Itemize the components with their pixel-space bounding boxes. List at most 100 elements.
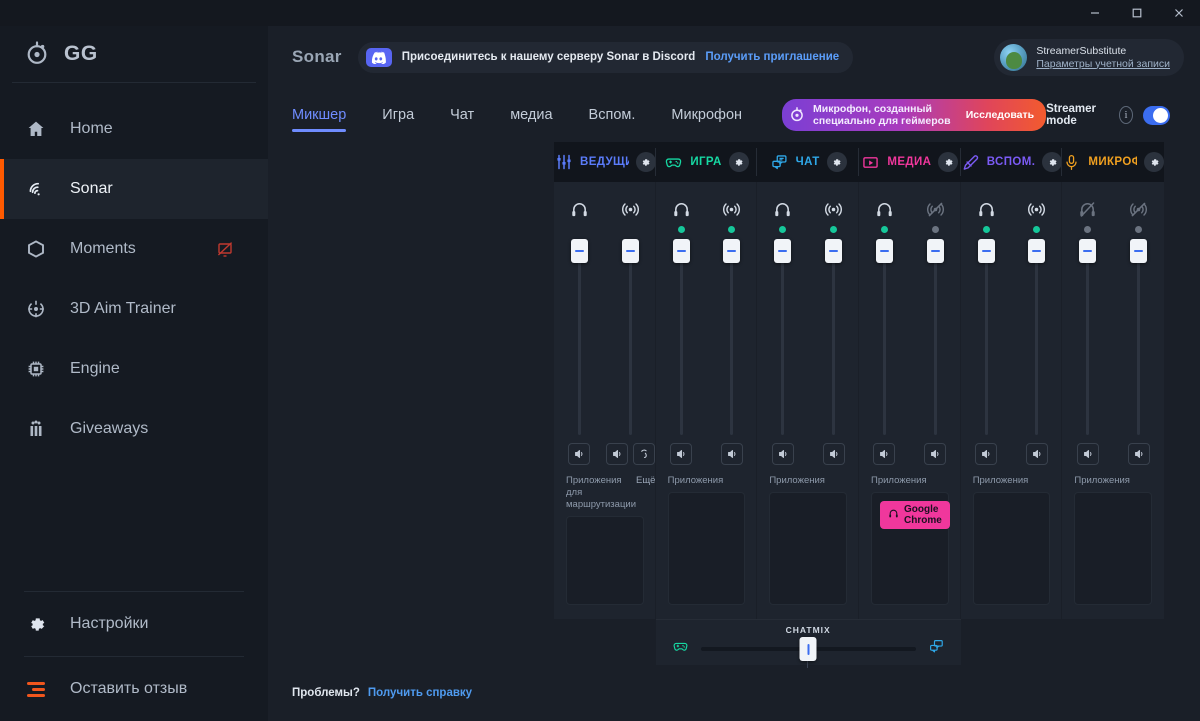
headphones-icon bbox=[977, 198, 996, 220]
footer-help-link[interactable]: Получить справку bbox=[368, 687, 472, 699]
apps-more-link[interactable]: Ещё bbox=[636, 475, 655, 486]
tab-mic[interactable]: Микрофон bbox=[653, 88, 760, 142]
fader-knob[interactable] bbox=[1028, 239, 1046, 263]
tab-aux[interactable]: Вспом. bbox=[571, 88, 654, 142]
tab-game[interactable]: Игра bbox=[364, 88, 432, 142]
volume-fader[interactable] bbox=[1028, 239, 1046, 435]
speaker-icon[interactable] bbox=[568, 443, 591, 465]
tab-mixer[interactable]: Микшер bbox=[292, 88, 364, 142]
strip-title: ИГРА bbox=[690, 156, 722, 168]
speaker-icon[interactable] bbox=[873, 443, 896, 465]
sidebar-bottom-nav: Настройки Оставить отзыв bbox=[0, 592, 268, 721]
speaker-icon[interactable] bbox=[924, 443, 947, 465]
speaker-icon[interactable] bbox=[1127, 443, 1150, 465]
gear-icon[interactable] bbox=[1042, 152, 1063, 172]
volume-fader[interactable] bbox=[621, 239, 639, 435]
feedback-icon bbox=[24, 677, 48, 701]
broadcast-icon bbox=[1027, 198, 1046, 220]
chatmix-knob[interactable] bbox=[799, 637, 817, 661]
speaker-icon[interactable] bbox=[822, 443, 845, 465]
tab-label: Вспом. bbox=[588, 107, 636, 123]
chatmix-slider-row bbox=[656, 637, 961, 668]
fader-knob[interactable] bbox=[825, 239, 843, 263]
sidebar-item-feedback[interactable]: Оставить отзыв bbox=[0, 657, 268, 721]
gamepad-icon bbox=[664, 153, 683, 172]
gear-icon[interactable] bbox=[826, 152, 847, 172]
gear-icon[interactable] bbox=[635, 152, 656, 172]
sidebar-item-home[interactable]: Home bbox=[0, 99, 268, 159]
sidebar-item-sonar[interactable]: Sonar bbox=[0, 159, 268, 219]
volume-fader[interactable] bbox=[1130, 239, 1148, 435]
fader-knob[interactable] bbox=[875, 239, 893, 263]
sidebar-item-label: Moments bbox=[70, 240, 136, 257]
apps-drop-area[interactable]: Google Chrome bbox=[871, 491, 950, 605]
close-icon[interactable] bbox=[1158, 0, 1200, 26]
fader-knob[interactable] bbox=[570, 239, 588, 263]
channel-strip-game: ИГРА Приложения bbox=[655, 142, 758, 619]
sidebar-item-3d-aim-trainer[interactable]: 3D Aim Trainer bbox=[0, 279, 268, 339]
volume-fader[interactable] bbox=[825, 239, 843, 435]
fader-knob[interactable] bbox=[977, 239, 995, 263]
volume-fader[interactable] bbox=[723, 239, 741, 435]
sidebar-item-settings[interactable]: Настройки bbox=[0, 592, 268, 656]
gear-icon[interactable] bbox=[938, 152, 959, 172]
gear-icon[interactable] bbox=[728, 152, 749, 172]
apps-drop-area[interactable] bbox=[972, 491, 1051, 605]
volume-fader[interactable] bbox=[774, 239, 792, 435]
speaker-icon[interactable] bbox=[975, 443, 998, 465]
steelseries-logo-icon bbox=[789, 107, 805, 123]
fader-knob[interactable] bbox=[926, 239, 944, 263]
strip-title: ВЕДУЩИЙ ЭЛЕМЕНТ bbox=[580, 156, 629, 168]
speaker-icon[interactable] bbox=[1076, 443, 1099, 465]
gear-icon[interactable] bbox=[1144, 152, 1165, 172]
fader-knob[interactable] bbox=[723, 239, 741, 263]
apps-label-row: Приложения bbox=[757, 465, 859, 487]
screen-off-icon[interactable] bbox=[212, 236, 238, 262]
speaker-icon[interactable] bbox=[720, 443, 743, 465]
speaker-icon[interactable] bbox=[771, 443, 794, 465]
account-settings-link[interactable]: Параметры учетной записи bbox=[1036, 58, 1170, 70]
speaker-icon[interactable] bbox=[1025, 443, 1048, 465]
promo-banner[interactable]: Микрофон, созданный специально для гейме… bbox=[782, 99, 1047, 131]
discord-invite-link[interactable]: Получить приглашение bbox=[705, 51, 839, 63]
apps-drop-area[interactable] bbox=[1074, 491, 1153, 605]
tab-chat[interactable]: Чат bbox=[432, 88, 492, 142]
streamer-mode-toggle[interactable] bbox=[1142, 105, 1170, 125]
monitor-icon[interactable] bbox=[632, 443, 655, 465]
apps-drop-area[interactable] bbox=[566, 515, 644, 605]
volume-fader[interactable] bbox=[926, 239, 944, 435]
minimize-icon[interactable] bbox=[1074, 0, 1116, 26]
strip-header: ЧАТ bbox=[757, 142, 860, 182]
fader-knob[interactable] bbox=[1130, 239, 1148, 263]
discord-banner[interactable]: Присоединитесь к нашему серверу Sonar в … bbox=[357, 41, 854, 73]
apps-drop-area[interactable] bbox=[667, 491, 746, 605]
sidebar-item-giveaways[interactable]: Giveaways bbox=[0, 399, 268, 459]
fader-knob[interactable] bbox=[1079, 239, 1097, 263]
apps-label: Приложения bbox=[1074, 475, 1130, 486]
info-icon[interactable]: i bbox=[1118, 106, 1133, 124]
promo-cta[interactable]: Исследовать bbox=[966, 109, 1034, 121]
volume-fader[interactable] bbox=[1079, 239, 1097, 435]
app-chip-google-chrome[interactable]: Google Chrome bbox=[880, 500, 950, 529]
volume-fader[interactable] bbox=[875, 239, 893, 435]
gamepad-icon bbox=[672, 638, 689, 660]
fader-status-dot bbox=[830, 226, 838, 233]
account-widget[interactable]: StreamerSubstitute Параметры учетной зап… bbox=[994, 38, 1184, 76]
strip-body: Приложения для маршрутизации Ещё bbox=[554, 182, 656, 619]
fader-knob[interactable] bbox=[774, 239, 792, 263]
sidebar-item-engine[interactable]: Engine bbox=[0, 339, 268, 399]
fader-knob[interactable] bbox=[621, 239, 639, 263]
speaker-icon[interactable] bbox=[670, 443, 693, 465]
volume-fader[interactable] bbox=[672, 239, 690, 435]
chatmix-slider[interactable] bbox=[700, 637, 916, 668]
tab-media[interactable]: медиа bbox=[492, 88, 570, 142]
maximize-icon[interactable] bbox=[1116, 0, 1158, 26]
volume-fader[interactable] bbox=[570, 239, 588, 435]
volume-fader[interactable] bbox=[977, 239, 995, 435]
gear-icon bbox=[24, 612, 48, 636]
speaker-icon[interactable] bbox=[605, 443, 628, 465]
sidebar-item-moments[interactable]: Moments bbox=[0, 219, 268, 279]
fader-knob[interactable] bbox=[672, 239, 690, 263]
broadcast-icon bbox=[722, 198, 741, 220]
apps-drop-area[interactable] bbox=[769, 491, 848, 605]
